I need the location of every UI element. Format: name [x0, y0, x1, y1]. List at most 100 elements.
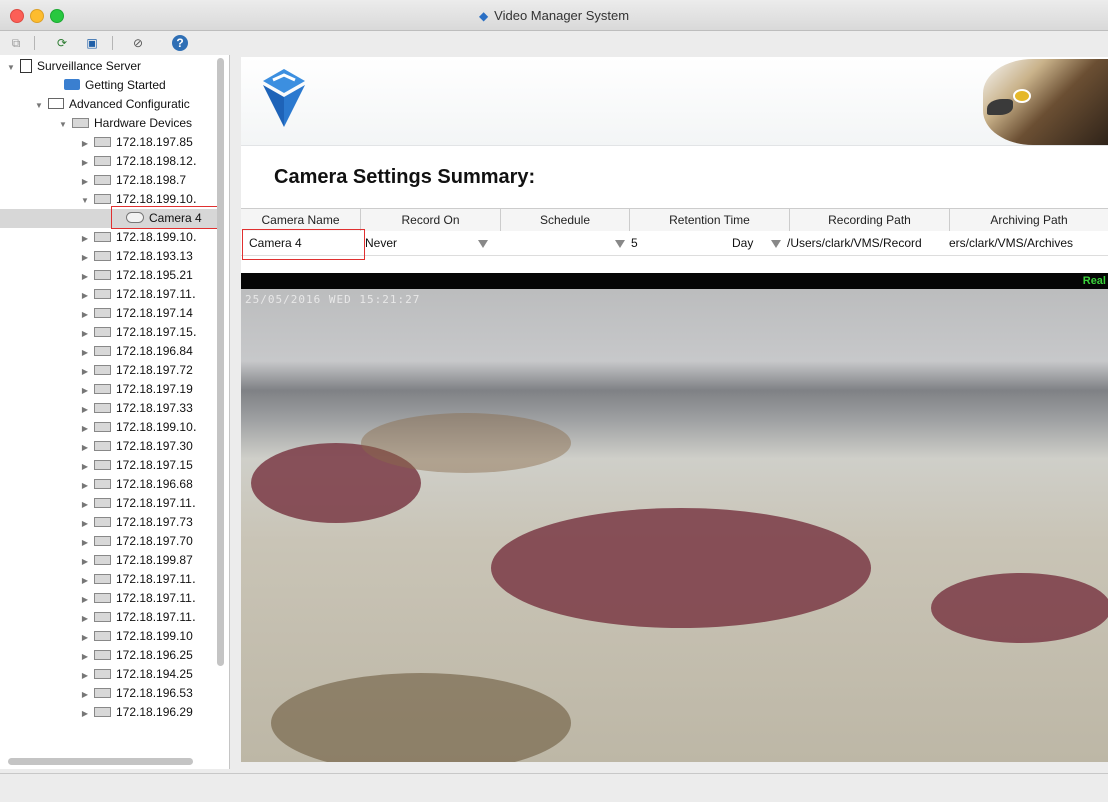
- tree-item-device[interactable]: ▶ 172.18.197.14: [80, 304, 193, 323]
- tree-item-device[interactable]: ▶ 172.18.197.73: [80, 513, 193, 532]
- retention-unit-dropdown-icon[interactable]: [771, 240, 781, 248]
- tree-item-device[interactable]: ▶ 172.18.197.70: [80, 532, 193, 551]
- archiving-path-field[interactable]: ers/clark/VMS/Archives: [949, 236, 1106, 250]
- collapsed-triangle-icon[interactable]: ▶: [80, 153, 90, 172]
- tree-item-device[interactable]: ▶ 172.18.197.15․: [80, 323, 197, 342]
- collapsed-triangle-icon[interactable]: ▶: [80, 533, 90, 552]
- collapsed-triangle-icon[interactable]: ▶: [80, 134, 90, 153]
- collapsed-triangle-icon[interactable]: ▶: [80, 324, 90, 343]
- tree-label: Hardware Devices: [94, 116, 193, 130]
- hardware-device-icon: [94, 193, 111, 204]
- brand-logo-icon: [263, 69, 305, 127]
- collapsed-triangle-icon[interactable]: ▶: [80, 381, 90, 400]
- collapsed-triangle-icon[interactable]: ▶: [80, 552, 90, 571]
- column-header-recording-path[interactable]: Recording Path: [790, 213, 949, 227]
- expand-triangle-icon[interactable]: ▼: [58, 115, 68, 134]
- tree-item-device[interactable]: ▶ 172.18.196.25: [80, 646, 193, 665]
- tree-item-hardware-devices[interactable]: ▼ Hardware Devices: [58, 114, 192, 133]
- tree-label: 172.18.194.25: [116, 667, 193, 681]
- collapsed-triangle-icon[interactable]: ▶: [80, 647, 90, 666]
- tree-item-device[interactable]: ▶ 172.18.197.15: [80, 456, 193, 475]
- help-icon[interactable]: ?: [172, 35, 188, 51]
- tree-item-device[interactable]: ▶ 172.18.197.30: [80, 437, 193, 456]
- tree-item-device[interactable]: ▶ 172.18.198.12․: [80, 152, 197, 171]
- record-on-select[interactable]: Never: [365, 236, 475, 250]
- camera-live-view[interactable]: Real 25/05/2016 WED 15:21:27: [241, 273, 1108, 762]
- column-header-schedule[interactable]: Schedule: [501, 213, 629, 227]
- tree-item-device[interactable]: ▶ 172.18.199.10: [80, 627, 193, 646]
- column-header-retention-time[interactable]: Retention Time: [630, 213, 789, 227]
- settings-icon[interactable]: ⊘: [130, 35, 146, 51]
- collapsed-triangle-icon[interactable]: ▶: [80, 248, 90, 267]
- tree-item-device[interactable]: ▶ 172.18.196.29: [80, 703, 193, 722]
- hardware-device-icon: [94, 554, 111, 565]
- expand-triangle-icon[interactable]: ▼: [6, 58, 16, 77]
- collapsed-triangle-icon[interactable]: ▶: [80, 685, 90, 704]
- collapsed-triangle-icon[interactable]: ▶: [80, 590, 90, 609]
- tree-item-getting-started[interactable]: Getting Started: [64, 76, 166, 95]
- tree-label: 172.18.193.13: [116, 249, 193, 263]
- tree-item-device[interactable]: ▶ 172.18.197.11․: [80, 285, 196, 304]
- eagle-banner-image: [983, 59, 1108, 145]
- tree-item-device[interactable]: ▶ 172.18.198.7: [80, 171, 186, 190]
- tree-item-device[interactable]: ▶ 172.18.197.19: [80, 380, 193, 399]
- collapsed-triangle-icon[interactable]: ▶: [80, 229, 90, 248]
- tree-item-device[interactable]: ▶ 172.18.197.33: [80, 399, 193, 418]
- tree-label: 172.18.197.15․: [116, 325, 197, 339]
- collapsed-triangle-icon[interactable]: ▶: [80, 609, 90, 628]
- collapsed-triangle-icon[interactable]: ▶: [80, 438, 90, 457]
- collapsed-triangle-icon[interactable]: ▶: [80, 419, 90, 438]
- tree-item-device[interactable]: ▶ 172.18.194.25: [80, 665, 193, 684]
- collapsed-triangle-icon[interactable]: ▶: [80, 704, 90, 723]
- collapsed-triangle-icon[interactable]: ▶: [80, 666, 90, 685]
- refresh-icon[interactable]: ⟳: [54, 35, 70, 51]
- tree-item-device[interactable]: ▶ 172.18.197.11․: [80, 608, 196, 627]
- save-icon[interactable]: ▣: [84, 35, 100, 51]
- tree-horizontal-scrollbar[interactable]: [8, 758, 193, 765]
- collapsed-triangle-icon[interactable]: ▶: [80, 628, 90, 647]
- column-header-archiving-path[interactable]: Archiving Path: [950, 213, 1108, 227]
- tree-item-device[interactable]: ▶ 172.18.196.84: [80, 342, 193, 361]
- copy-icon[interactable]: ⧉: [8, 35, 24, 51]
- collapsed-triangle-icon[interactable]: ▶: [80, 343, 90, 362]
- column-header-record-on[interactable]: Record On: [361, 213, 500, 227]
- tree-item-device[interactable]: ▶ 172.18.197.11․: [80, 589, 196, 608]
- collapsed-triangle-icon[interactable]: ▶: [80, 305, 90, 324]
- expand-triangle-icon[interactable]: ▼: [80, 191, 90, 210]
- tree-vertical-scrollbar[interactable]: [217, 58, 224, 666]
- tree-item-device[interactable]: ▶ 172.18.197.85: [80, 133, 193, 152]
- table-row[interactable]: Camera 4 Never 5 Day /Users/clark/VMS/Re…: [241, 231, 1108, 256]
- tree-item-device[interactable]: ▶ 172.18.195.21: [80, 266, 193, 285]
- collapsed-triangle-icon[interactable]: ▶: [80, 172, 90, 191]
- tree-item-device[interactable]: ▶ 172.18.199.87: [80, 551, 193, 570]
- collapsed-triangle-icon[interactable]: ▶: [80, 495, 90, 514]
- hardware-device-icon: [94, 174, 111, 185]
- tree-item-device[interactable]: ▶ 172.18.196.53: [80, 684, 193, 703]
- tree-item-device[interactable]: ▶ 172.18.197.11․: [80, 570, 196, 589]
- collapsed-triangle-icon[interactable]: ▶: [80, 571, 90, 590]
- collapsed-triangle-icon[interactable]: ▶: [80, 476, 90, 495]
- retention-value-field[interactable]: 5: [631, 236, 671, 250]
- collapsed-triangle-icon[interactable]: ▶: [80, 286, 90, 305]
- collapsed-triangle-icon[interactable]: ▶: [80, 362, 90, 381]
- collapsed-triangle-icon[interactable]: ▶: [80, 400, 90, 419]
- column-header-camera-name[interactable]: Camera Name: [241, 213, 360, 227]
- tree-item-device[interactable]: ▶ 172.18.199.10․: [80, 418, 197, 437]
- collapsed-triangle-icon[interactable]: ▶: [80, 267, 90, 286]
- tree-item-device[interactable]: ▶ 172.18.197.11․: [80, 494, 196, 513]
- expand-triangle-icon[interactable]: ▼: [34, 96, 44, 115]
- tree-item-device[interactable]: ▶ 172.18.199.10․: [80, 228, 197, 247]
- video-pattern-shape: [931, 573, 1108, 643]
- collapsed-triangle-icon[interactable]: ▶: [80, 514, 90, 533]
- tree-item-device[interactable]: ▶ 172.18.193.13: [80, 247, 193, 266]
- tree-item-device[interactable]: ▶ 172.18.197.72: [80, 361, 193, 380]
- tree-item-device[interactable]: ▶ 172.18.196.68: [80, 475, 193, 494]
- tree-label: 172.18.196.68: [116, 477, 193, 491]
- tree-item-advanced-configuration[interactable]: ▼ Advanced Configuratic: [34, 95, 190, 114]
- record-on-dropdown-icon[interactable]: [478, 240, 488, 248]
- recording-path-field[interactable]: /Users/clark/VMS/Record: [787, 236, 945, 250]
- tree-item-surveillance-server[interactable]: ▼ Surveillance Server: [6, 57, 141, 76]
- schedule-dropdown-icon[interactable]: [615, 240, 625, 248]
- retention-unit-select[interactable]: Day: [732, 236, 762, 250]
- collapsed-triangle-icon[interactable]: ▶: [80, 457, 90, 476]
